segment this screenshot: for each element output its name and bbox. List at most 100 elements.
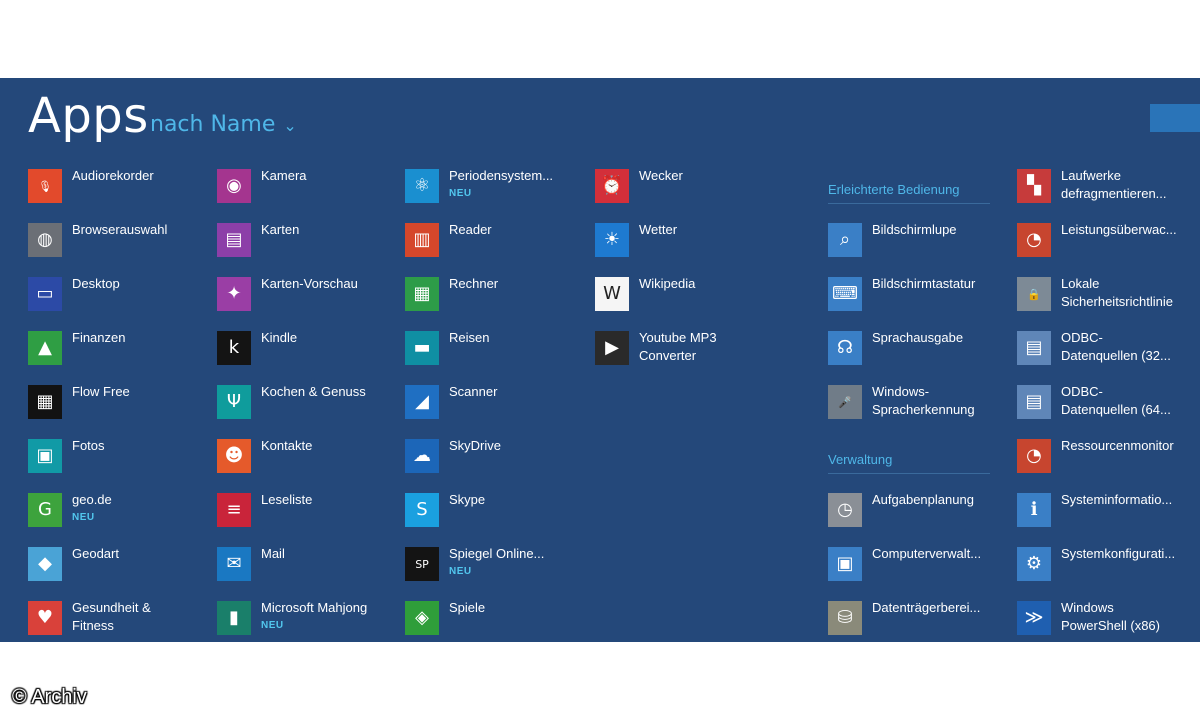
health-heart-icon: ♥ [28,601,62,635]
app-tile[interactable]: ▦ Rechner [405,276,585,316]
odbc-icon: ▤ [1017,331,1051,365]
photos-icon: ▣ [28,439,62,473]
app-label: Bildschirmlupe [872,221,957,239]
app-tile[interactable]: ▚ Laufwerke defragmentieren... [1017,168,1197,208]
geo-icon: G [28,493,62,527]
app-tile[interactable]: ✉ Mail [217,546,397,586]
app-tile[interactable]: ▤ Karten [217,222,397,262]
app-tile[interactable]: ◉ Kamera [217,168,397,208]
app-label-line-1: Spiele [449,600,486,615]
app-tile[interactable]: ▬ Reisen [405,330,585,370]
app-tile[interactable]: ▥ Reader [405,222,585,262]
app-tile[interactable]: ▶ Youtube MP3 Converter [595,330,775,370]
app-label: Skype [449,491,485,509]
app-label-line-1: Lokale [1061,276,1100,291]
app-label-line-1: Karten [261,222,300,237]
app-tile[interactable]: S Skype [405,492,585,532]
app-label: Aufgabenplanung [872,491,974,509]
spiegel-icon: SP [405,547,439,581]
app-label: Periodensystem... NEU [449,167,553,201]
app-tile[interactable]: ⌨ Bildschirmtastatur [828,276,1008,316]
app-tile[interactable]: ☁ SkyDrive [405,438,585,478]
app-label: Kochen & Genuss [261,383,366,401]
app-tile[interactable]: Ggeo.de NEU [28,492,208,532]
app-tile[interactable]: 🎙 Audiorekorder [28,168,208,208]
app-tile[interactable]: ▮ Microsoft Mahjong NEU [217,600,397,640]
reader-icon: ▥ [405,223,439,257]
app-tile[interactable]: 🔒 Lokale Sicherheitsrichtlinie [1017,276,1197,316]
app-tile[interactable]: ▦ Flow Free [28,384,208,424]
app-tile[interactable]: ▤ ODBC- Datenquellen (64... [1017,384,1197,424]
app-label-line-1: Reader [449,222,492,237]
mahjong-icon: ▮ [217,601,251,635]
app-tile[interactable]: ℹ Systeminformatio... [1017,492,1197,532]
app-label-line-1: Bildschirmlupe [872,222,957,237]
sort-dropdown[interactable]: nach Name ⌄ [150,112,297,137]
app-tile[interactable]: ▣ Computerverwalt... [828,546,1008,586]
app-label: Sprachausgabe [872,329,963,347]
app-label-line-1: Sprachausgabe [872,330,964,345]
app-label: Browserauswahl [72,221,167,239]
app-tile[interactable]: ⚙ Systemkonfigurati... [1017,546,1197,586]
app-label: Youtube MP3 Converter [639,329,717,365]
microphone-icon: 🎙 [28,169,62,203]
app-label: Desktop [72,275,120,293]
app-label-line-1: Systemkonfigurati... [1061,546,1176,561]
app-label-line-2: PowerShell (x86) [1061,618,1160,633]
maps-preview-icon: ✦ [217,277,251,311]
app-tile[interactable]: ▲ Finanzen [28,330,208,370]
app-tile[interactable]: ≫ Windows PowerShell (x86) [1017,600,1197,640]
app-label: Geodart [72,545,119,563]
app-tile[interactable]: ▤ ODBC- Datenquellen (32... [1017,330,1197,370]
app-tile[interactable]: ⏰ Wecker [595,168,775,208]
app-label-line-1: Kontakte [261,438,313,453]
app-tile[interactable]: ☻ Kontakte [217,438,397,478]
maps-icon: ▤ [217,223,251,257]
app-label-line-1: ODBC- [1061,330,1103,345]
app-label: Leseliste [261,491,312,509]
app-label-line-1: Browserauswahl [72,222,168,237]
keyboard-icon: ⌨ [828,277,862,311]
app-tile[interactable]: 🎤 Windows- Spracherkennung [828,384,1008,424]
app-tile[interactable]: ⌕ Bildschirmlupe [828,222,1008,262]
app-tile[interactable]: W Wikipedia [595,276,775,316]
app-tile[interactable]: ♥ Gesundheit & Fitness [28,600,208,640]
calculator-icon: ▦ [405,277,439,311]
app-tile[interactable]: ◷ Aufgabenplanung [828,492,1008,532]
app-label: Kindle [261,329,297,347]
app-label: Flow Free [72,383,130,401]
app-tile[interactable]: ▣ Fotos [28,438,208,478]
app-label: Windows PowerShell (x86) [1061,599,1160,635]
scanner-icon: ◢ [405,385,439,419]
app-label-line-2: Datenquellen (64... [1061,402,1171,417]
app-label-line-1: Leistungsüberwac... [1061,222,1177,237]
start-screen: Apps nach Name ⌄ 🎙 Audiorekorder ◍ Browsera… [0,78,1200,642]
app-tile[interactable]: ≡ Leseliste [217,492,397,532]
app-tile[interactable]: ☊ Sprachausgabe [828,330,1008,370]
page-title: Apps [28,88,149,144]
app-tile[interactable]: ☀ Wetter [595,222,775,262]
app-tile[interactable]: ✦ Karten-Vorschau [217,276,397,316]
app-tile[interactable]: Ψ Kochen & Genuss [217,384,397,424]
app-tile[interactable]: ◔ Leistungsüberwac... [1017,222,1197,262]
app-tile[interactable]: ◈ Spiele [405,600,585,640]
app-label-line-1: Desktop [72,276,120,291]
app-label-line-1: SkyDrive [449,438,502,453]
app-tile[interactable]: ◆ Geodart [28,546,208,586]
app-label: Bildschirmtastatur [872,275,975,293]
app-label-line-1: Aufgabenplanung [872,492,974,507]
app-tile[interactable]: ⚛ Periodensystem... NEU [405,168,585,208]
atom-icon: ⚛ [405,169,439,203]
app-tile[interactable]: ◢ Scanner [405,384,585,424]
app-tile[interactable]: k Kindle [217,330,397,370]
scroll-button[interactable] [1150,104,1200,132]
app-label-line-1: ODBC- [1061,384,1103,399]
app-tile[interactable]: ◔ Ressourcenmonitor [1017,438,1197,478]
app-tile[interactable]: ▭ Desktop [28,276,208,316]
app-tile[interactable]: ◍ Browserauswahl [28,222,208,262]
app-tile[interactable]: SP Spiegel Online... NEU [405,546,585,586]
app-label: Reisen [449,329,489,347]
group-header-accessibility: Erleichterte Bedienung [828,182,990,204]
mail-icon: ✉ [217,547,251,581]
app-tile[interactable]: ⛁ Datenträgerberei... [828,600,1008,640]
